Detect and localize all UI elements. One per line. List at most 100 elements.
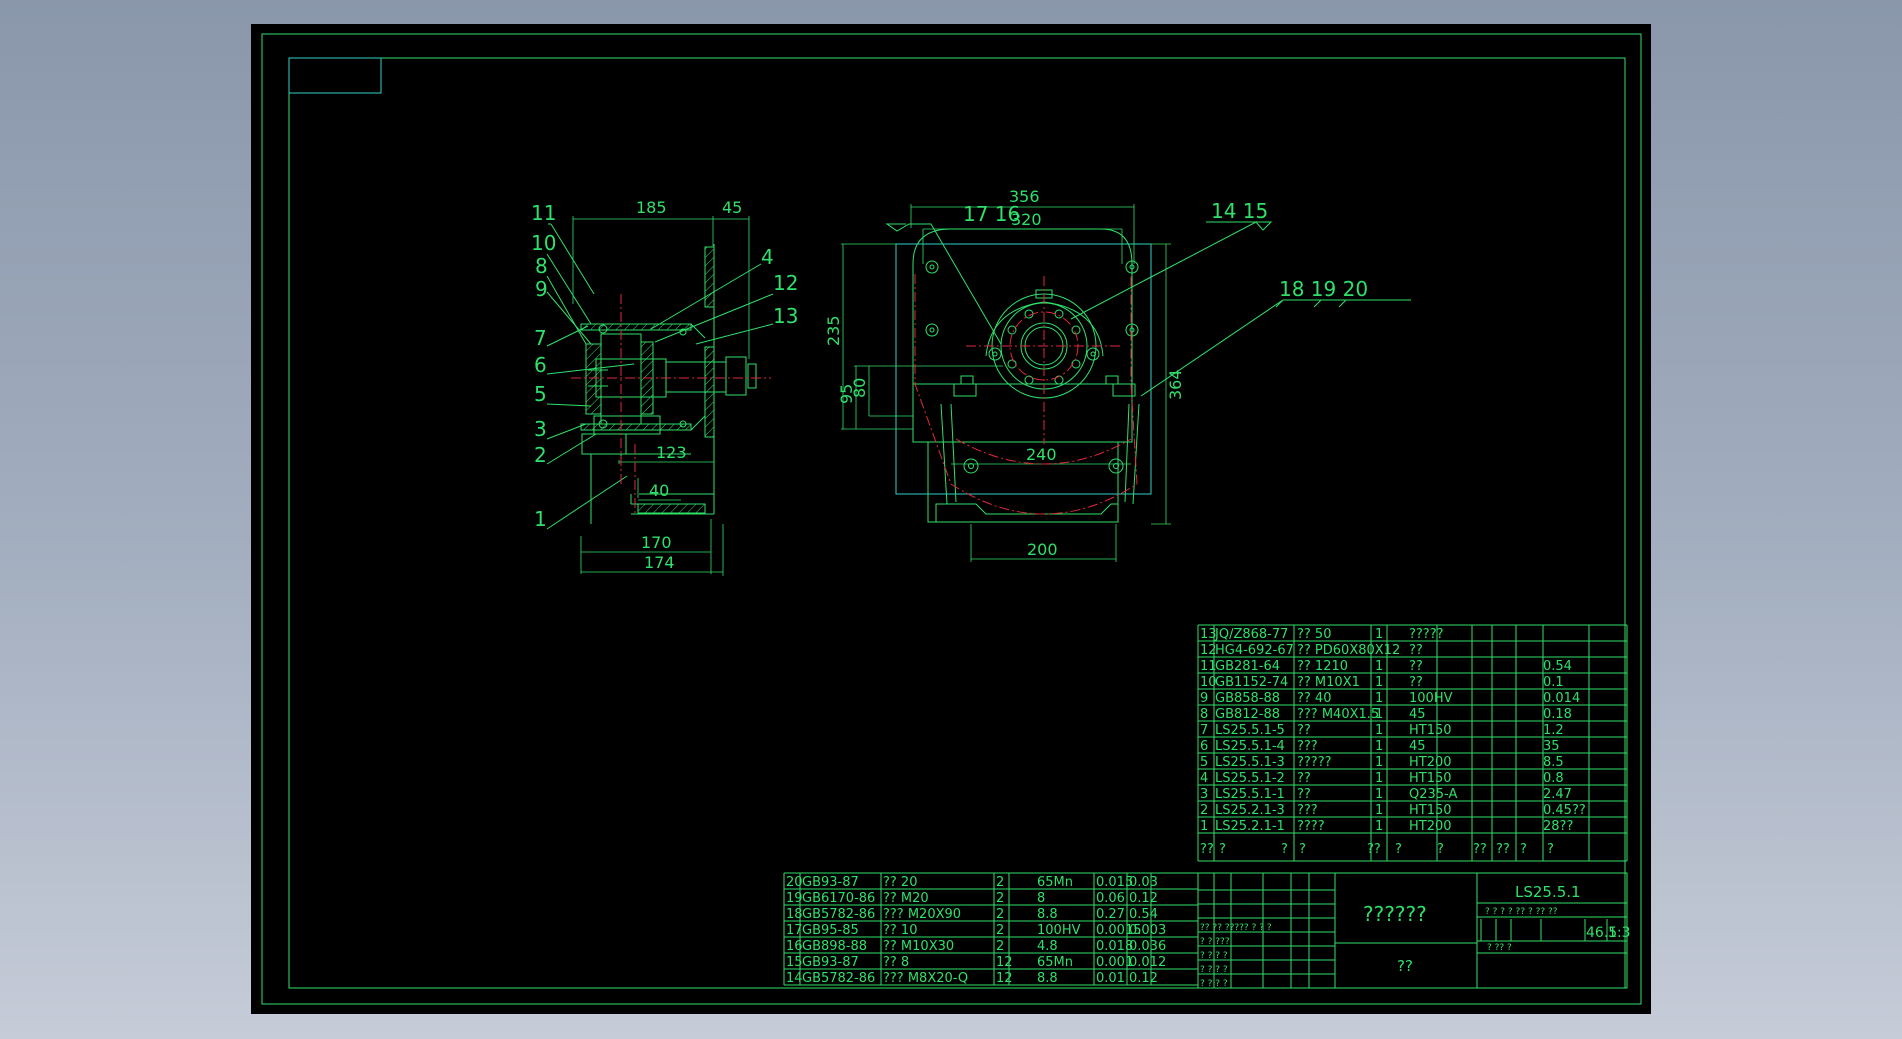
bom-lower-name: ?? 10: [883, 923, 917, 938]
drawing-number: LS25.5.1: [1515, 883, 1581, 901]
dim-200: 200: [1027, 540, 1058, 559]
bom-header-cell: ?: [1219, 842, 1226, 857]
bom-lower-code: GB898-88: [802, 939, 867, 954]
bom-upper-name: ?? PD60X80X12: [1297, 643, 1400, 658]
bom-upper-weight: 28??: [1543, 819, 1573, 834]
bom-lower-material: 100HV: [1037, 923, 1081, 938]
bom-lower-qty: 2: [996, 891, 1004, 906]
bom-header-cell: ??: [1473, 842, 1487, 857]
bom-lower-no: 14: [786, 971, 803, 986]
bom-upper-qty: 1: [1375, 771, 1383, 786]
bom-lower-qty: 2: [996, 923, 1004, 938]
balloon-2: 2: [534, 443, 547, 467]
bom-upper-name: ????: [1297, 819, 1325, 834]
bom-lower-code: GB95-85: [802, 923, 859, 938]
bom-lower-name: ?? M10X30: [883, 939, 954, 954]
bom-upper-material: Q235-A: [1409, 787, 1457, 802]
bom-upper-weight: 2.47: [1543, 787, 1572, 802]
bom-upper-name: ??: [1297, 723, 1311, 738]
rev-row-4: ? ? ? ?: [1200, 965, 1228, 975]
bom-upper-name: ??? M40X1.5: [1297, 707, 1379, 722]
bom-upper-weight: 35: [1543, 739, 1560, 754]
bom-header-cell: ?: [1437, 842, 1444, 857]
bom-upper-code: GB812-88: [1215, 707, 1280, 722]
bom-lower-material: 65Mn: [1037, 955, 1073, 970]
rev-row-3: ? ? ? ?: [1200, 951, 1228, 961]
bom-upper-qty: 1: [1375, 819, 1383, 834]
dim-185: 185: [636, 198, 667, 217]
bom-lower-material: 4.8: [1037, 939, 1058, 954]
bom-lower-name: ??? M8X20-Q: [883, 971, 968, 986]
drawing-frame: [261, 33, 1642, 1005]
bom-upper-code: LS25.5.1-5: [1215, 723, 1285, 738]
rev-row-2: ? ? ???: [1200, 937, 1230, 947]
bom-upper-qty: 1: [1375, 691, 1383, 706]
bom-lower-qty: 2: [996, 875, 1004, 890]
bom-lower-qty: 2: [996, 907, 1004, 922]
bom-upper-material: HT200: [1409, 819, 1452, 834]
bom-upper-name: ?? 1210: [1297, 659, 1348, 674]
front-view-labels: 356 320 235 95 80 364 240 200 17 16 14 1…: [824, 187, 1368, 559]
bom-upper-material: HT150: [1409, 803, 1452, 818]
bom-upper-material: 45: [1409, 707, 1426, 722]
balloon-6: 6: [534, 353, 547, 377]
bom-upper-material: HT150: [1409, 723, 1452, 738]
bom-lower-code: GB93-87: [802, 875, 859, 890]
sheet-row: ? ?? ?: [1487, 943, 1512, 953]
bom-upper-qty: 1: [1375, 707, 1383, 722]
bom-lower-no: 16: [786, 939, 803, 954]
bom-upper-code: LS25.5.1-1: [1215, 787, 1285, 802]
bom-upper-no: 8: [1200, 707, 1208, 722]
balloon-1: 1: [534, 507, 547, 531]
bom-lower-name: ?? 8: [883, 955, 909, 970]
bom-upper-code: LS25.5.1-2: [1215, 771, 1285, 786]
bom-lower-no: 19: [786, 891, 803, 906]
bom-upper-material: ??: [1409, 643, 1423, 658]
drawing-sheet: 185 45 123 40 170 174 11 10 8 9 7 6 5 3 …: [251, 24, 1651, 1014]
bom-lower-total-weight: 0.12: [1129, 971, 1158, 986]
bom-lower-code: GB93-87: [802, 955, 859, 970]
balloon-13: 13: [773, 304, 798, 328]
bom-lower-no: 17: [786, 923, 803, 938]
bom-lower-code: GB5782-86: [802, 971, 875, 986]
bom-upper-no: 6: [1200, 739, 1208, 754]
side-section-labels: 185 45 123 40 170 174 11 10 8 9 7 6 5 3 …: [531, 198, 798, 572]
bom-lower-qty: 12: [996, 955, 1013, 970]
bom-lower-name: ??? M20X90: [883, 907, 961, 922]
bom-upper-qty: 1: [1375, 627, 1383, 642]
mark-row: ? ? ? ? ?? ? ?? ??: [1485, 907, 1558, 917]
bom-lower-material: 8.8: [1037, 907, 1058, 922]
bom-upper-code: JQ/Z868-77: [1214, 627, 1288, 642]
bom-lower-material: 8.8: [1037, 971, 1058, 986]
front-view-centerlines: [914, 274, 1138, 515]
bom-upper-qty: 1: [1375, 675, 1383, 690]
bom-upper-qty: 1: [1375, 755, 1383, 770]
bom-upper-weight: 0.45??: [1543, 803, 1586, 818]
bom-upper-no: 5: [1200, 755, 1208, 770]
bom-upper-code: GB858-88: [1215, 691, 1280, 706]
bom-header-cell: ??: [1200, 842, 1214, 857]
bom-upper-material: ??: [1409, 675, 1423, 690]
drawing-title: ??????: [1363, 902, 1427, 926]
bom-lower-unit-weight: 0.015: [1096, 875, 1133, 890]
bom-upper-qty: 1: [1375, 787, 1383, 802]
balloon-11: 11: [531, 201, 556, 225]
balloon-8: 8: [535, 254, 548, 278]
bom-lower-total-weight: 0.036: [1129, 939, 1166, 954]
dim-170: 170: [641, 533, 672, 552]
bom-lower-qty: 12: [996, 971, 1013, 986]
bom-upper-weight: 0.18: [1543, 707, 1572, 722]
rev-row-5: ? ? ? ?: [1200, 979, 1228, 989]
bom-upper-no: 4: [1200, 771, 1208, 786]
bom-upper-name: ?? 50: [1297, 627, 1331, 642]
bom-lower-code: GB6170-86: [802, 891, 875, 906]
bom-upper-weight: 8.5: [1543, 755, 1564, 770]
bom-lower-material: 8: [1037, 891, 1045, 906]
bom-upper-code: LS25.5.1-3: [1215, 755, 1285, 770]
dim-40: 40: [649, 481, 669, 500]
scale-value: 1:3: [1608, 925, 1631, 941]
bom-upper-name: ??: [1297, 771, 1311, 786]
bom-upper-weight: 0.014: [1543, 691, 1580, 706]
bom-upper-material: HT150: [1409, 771, 1452, 786]
bom-upper-weight: 0.54: [1543, 659, 1572, 674]
